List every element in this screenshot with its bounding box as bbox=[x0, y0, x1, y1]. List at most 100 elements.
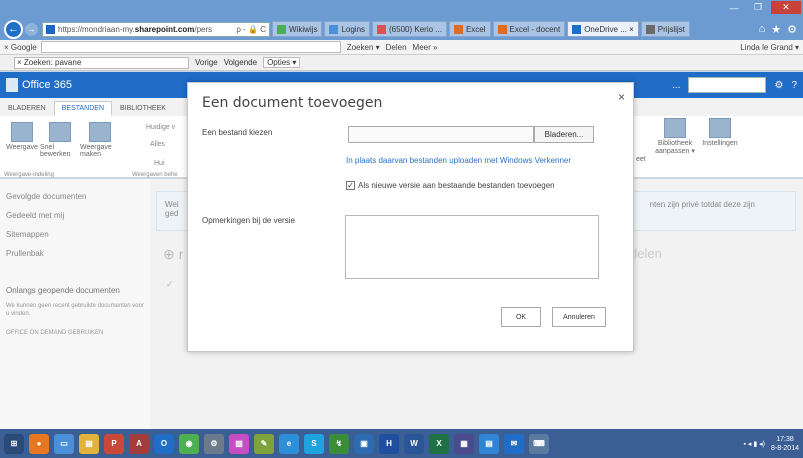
google-toolbar-label[interactable]: × Google bbox=[4, 43, 37, 52]
media-icon[interactable]: ▣ bbox=[354, 433, 374, 454]
browse-button[interactable]: Bladeren... bbox=[534, 126, 594, 143]
mail-icon[interactable]: ✉ bbox=[504, 433, 524, 454]
office-on-demand-link[interactable]: OFFICE ON DEMAND GEBRUIKEN bbox=[0, 320, 150, 346]
checkmark-icon: ✓ bbox=[166, 279, 174, 289]
google-search-button[interactable]: Zoeken ▾ bbox=[347, 43, 380, 52]
calc-icon[interactable]: ▦ bbox=[454, 433, 474, 454]
ribbon-library-customize-label: Bibliotheek aanpassen ▾ bbox=[655, 140, 695, 155]
chrome-icon[interactable]: ◉ bbox=[179, 433, 199, 454]
browser-tab[interactable]: (6500) Kerio ... bbox=[372, 21, 447, 37]
address-bar-icons[interactable]: ρ - 🔒 C bbox=[236, 25, 269, 34]
settings-gear-icon[interactable]: ⚙ bbox=[774, 80, 783, 91]
tab-bibliotheek[interactable]: BIBLIOTHEEK bbox=[112, 101, 174, 116]
browser-tab-label: Prijslijst bbox=[657, 24, 685, 34]
dialog-title: Een document toevoegen bbox=[202, 95, 383, 111]
ribbon-quick-edit-button[interactable]: Snel bewerken bbox=[40, 122, 80, 158]
nav-site-folders[interactable]: Sitemappen bbox=[0, 225, 150, 244]
paint-icon[interactable]: ▨ bbox=[229, 433, 249, 454]
find-options-button[interactable]: Opties ▾ bbox=[263, 57, 301, 68]
suite-title[interactable]: Office 365 bbox=[22, 79, 72, 91]
window-controls: — ❐ ✕ bbox=[723, 1, 801, 14]
powerpoint-icon[interactable]: P bbox=[104, 433, 124, 454]
browser-tab[interactable]: Prijslijst bbox=[640, 21, 690, 37]
back-button[interactable]: ← bbox=[4, 19, 23, 39]
create-view-icon bbox=[89, 122, 111, 142]
tab-bladeren[interactable]: BLADEREN bbox=[0, 101, 54, 116]
ribbon-library-customize-button[interactable]: Bibliotheek aanpassen ▾ bbox=[650, 118, 700, 155]
nav-recycle-bin[interactable]: Prullenbak bbox=[0, 244, 150, 263]
start-icon[interactable]: ⊞ bbox=[4, 433, 24, 454]
new-version-label: Als nieuwe versie aan bestaande bestande… bbox=[358, 181, 555, 190]
ribbon-create-view-button[interactable]: Weergave maken bbox=[80, 122, 120, 158]
hema-icon[interactable]: H bbox=[379, 433, 399, 454]
google-share-button[interactable]: Delen bbox=[386, 43, 407, 52]
google-search-input[interactable] bbox=[40, 41, 341, 53]
find-previous-button[interactable]: Vorige bbox=[195, 58, 218, 67]
share-link[interactable]: delen bbox=[630, 246, 662, 261]
browser-tab[interactable]: Logins bbox=[324, 21, 371, 37]
suite-search-box[interactable] bbox=[688, 77, 767, 93]
cancel-button[interactable]: Annuleren bbox=[552, 307, 606, 327]
favorites-icon[interactable]: ★ bbox=[771, 23, 781, 36]
ribbon-create-view-label: Weergave maken bbox=[80, 144, 112, 158]
upload-with-explorer-link[interactable]: In plaats daarvan bestanden uploaden met… bbox=[346, 155, 586, 166]
keyboard-icon[interactable]: ⌨ bbox=[529, 433, 549, 454]
excel-icon[interactable]: X bbox=[429, 433, 449, 454]
word-icon[interactable]: W bbox=[404, 433, 424, 454]
office-logo-icon[interactable] bbox=[6, 78, 18, 92]
file-path-input[interactable] bbox=[348, 126, 534, 143]
clock[interactable]: 17:38 8-8-2014 bbox=[771, 435, 799, 453]
browser-tab[interactable]: Wikiwijs bbox=[272, 21, 323, 37]
choose-file-label: Een bestand kiezen bbox=[202, 128, 273, 137]
browser-tab-label: Excel - docent bbox=[509, 24, 561, 34]
window-close-button[interactable]: ✕ bbox=[771, 1, 801, 14]
ftp-icon[interactable]: ↯ bbox=[329, 433, 349, 454]
sketch-icon[interactable]: ✎ bbox=[254, 433, 274, 454]
ribbon-view-label: Weergave bbox=[6, 144, 38, 151]
access-icon[interactable]: A bbox=[129, 433, 149, 454]
nav-shared-with-me[interactable]: Gedeeld met mij bbox=[0, 206, 150, 225]
find-input[interactable]: × Zoeken: pavane bbox=[14, 56, 189, 69]
ribbon-view-button[interactable]: Weergave bbox=[2, 122, 42, 151]
settings-icon[interactable]: ⚙ bbox=[204, 433, 224, 454]
tab-favicon-icon bbox=[453, 24, 463, 34]
library-settings-icon bbox=[709, 118, 731, 138]
version-comments-textarea[interactable] bbox=[345, 215, 599, 279]
ribbon-all[interactable]: Alles bbox=[150, 141, 165, 148]
monitor-icon[interactable]: ▭ bbox=[54, 433, 74, 454]
ok-button[interactable]: OK bbox=[501, 307, 541, 327]
folder-icon[interactable]: ▤ bbox=[79, 433, 99, 454]
windows-taskbar: ⊞ ● ▭ ▤ P A O ◉ ⚙ ▨ ✎ e S ↯ ▣ H W X ▦ ▤ ✉ ⌨ ▪ ◂ ▮ ◂) 17:38 8-… bbox=[0, 429, 803, 458]
find-next-button[interactable]: Volgende bbox=[224, 58, 257, 67]
skype-icon[interactable]: S bbox=[304, 433, 324, 454]
ribbon-settings-button[interactable]: Instellingen bbox=[698, 118, 742, 147]
home-icon[interactable]: ⌂ bbox=[759, 23, 766, 36]
help-icon[interactable]: ? bbox=[791, 80, 797, 91]
tools-gear-icon[interactable]: ⚙ bbox=[787, 23, 797, 36]
browser-tab[interactable]: Excel - docent bbox=[492, 21, 566, 37]
new-document-link[interactable]: ⊕ r bbox=[163, 246, 183, 263]
new-version-checkbox[interactable]: ✓ bbox=[346, 181, 355, 190]
explorer-icon[interactable]: ▤ bbox=[479, 433, 499, 454]
tray-icons[interactable]: ▪ ◂ ▮ ◂) bbox=[743, 440, 765, 448]
google-user-menu[interactable]: Linda le Grand ▾ bbox=[740, 43, 803, 52]
ribbon-current[interactable]: Hui bbox=[154, 160, 165, 167]
firefox-icon[interactable]: ● bbox=[29, 433, 49, 454]
ribbon-current-view[interactable]: Huidige v bbox=[146, 124, 175, 131]
suite-more-link[interactable]: ... bbox=[672, 80, 680, 91]
new-version-option[interactable]: ✓ Als nieuwe versie aan bestaande bestan… bbox=[346, 181, 555, 190]
recent-documents-note: We kunnen geen recent gebruikte document… bbox=[6, 303, 144, 317]
forward-button[interactable]: → bbox=[25, 22, 38, 36]
minimize-button[interactable]: — bbox=[723, 1, 745, 14]
dialog-close-icon[interactable]: × bbox=[618, 90, 625, 104]
browser-tab[interactable]: OneDrive ... × bbox=[567, 21, 639, 37]
browser-title-bar: — ❐ ✕ bbox=[0, 0, 803, 18]
google-more-button[interactable]: Meer » bbox=[413, 43, 438, 52]
tab-bestanden[interactable]: BESTANDEN bbox=[53, 101, 113, 116]
nav-followed-documents[interactable]: Gevolgde documenten bbox=[0, 187, 150, 206]
ie-icon[interactable]: e bbox=[279, 433, 299, 454]
outlook-icon[interactable]: O bbox=[154, 433, 174, 454]
browser-tab[interactable]: Excel bbox=[448, 21, 491, 37]
maximize-button[interactable]: ❐ bbox=[747, 1, 769, 14]
address-bar[interactable]: https://mondriaan-my. sharepoint.com/pers… bbox=[42, 21, 270, 37]
